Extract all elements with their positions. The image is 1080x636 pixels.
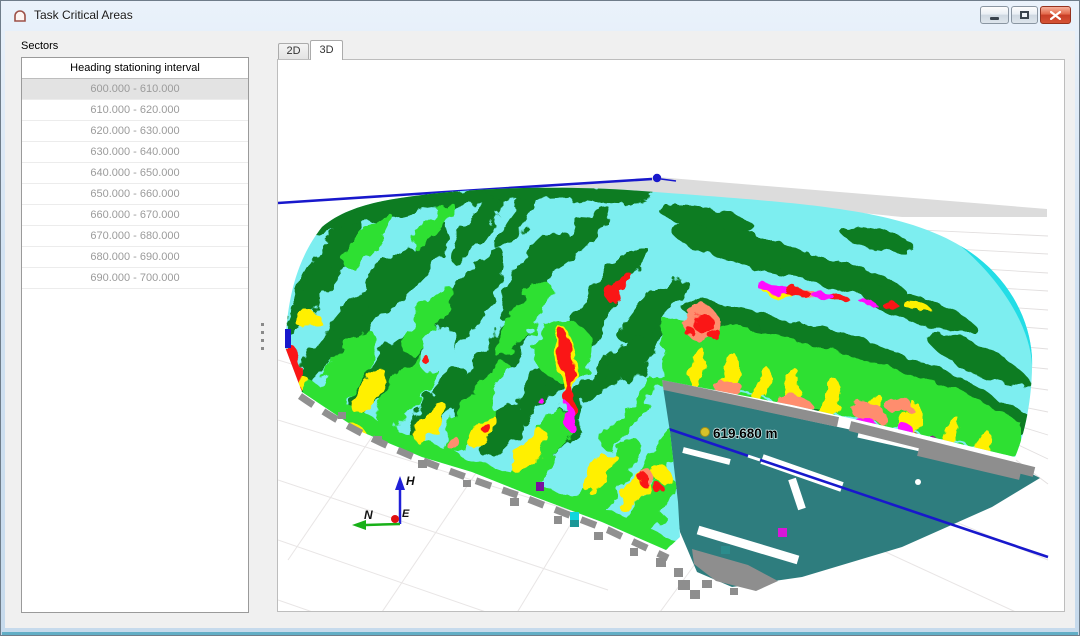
- splitter-grip-icon: [261, 323, 264, 355]
- tab-3d[interactable]: 3D: [310, 40, 343, 60]
- sector-row[interactable]: 660.000 - 670.000: [22, 205, 248, 226]
- tab-2d[interactable]: 2D: [278, 43, 309, 59]
- sector-row[interactable]: 610.000 - 620.000: [22, 100, 248, 121]
- axis-triad: H E N: [352, 474, 415, 530]
- sector-row[interactable]: 650.000 - 660.000: [22, 184, 248, 205]
- panel-splitter[interactable]: [253, 37, 275, 617]
- table-header: Heading stationing interval: [22, 58, 248, 79]
- sector-row[interactable]: 620.000 - 630.000: [22, 121, 248, 142]
- sector-row[interactable]: 600.000 - 610.000: [22, 79, 248, 100]
- view-3d-panel[interactable]: 619.680 m H E N: [277, 59, 1065, 612]
- maximize-icon: [1020, 11, 1029, 19]
- titlebar[interactable]: Task Critical Areas: [1, 1, 1079, 31]
- close-icon: [1050, 10, 1061, 20]
- sector-row[interactable]: 670.000 - 680.000: [22, 226, 248, 247]
- tunnel-arch-icon: [14, 10, 26, 22]
- sector-row[interactable]: 630.000 - 640.000: [22, 142, 248, 163]
- maximize-button[interactable]: [1011, 6, 1038, 24]
- window-title: Task Critical Areas: [34, 8, 133, 22]
- axis-label-n: N: [364, 508, 373, 522]
- close-button[interactable]: [1040, 6, 1071, 24]
- minimize-icon: [990, 17, 999, 20]
- tunnel-3d-scene[interactable]: 619.680 m H E N: [278, 60, 1064, 611]
- sectors-label: Sectors: [21, 40, 59, 52]
- sector-row[interactable]: 640.000 - 650.000: [22, 163, 248, 184]
- window-bottom-edge: [2, 632, 1078, 635]
- axis-label-h: H: [406, 474, 415, 488]
- axis-label-e: E: [402, 508, 410, 520]
- section-marker: [285, 329, 291, 348]
- sector-row[interactable]: 690.000 - 700.000: [22, 268, 248, 289]
- sectors-table: Heading stationing interval 600.000 - 61…: [21, 57, 249, 613]
- minimize-button[interactable]: [980, 6, 1009, 24]
- task-critical-areas-window: Task Critical Areas Sectors Heading stat…: [0, 0, 1080, 636]
- sector-row[interactable]: 680.000 - 690.000: [22, 247, 248, 268]
- station-label-text: 619.680 m: [713, 426, 778, 441]
- station-label: 619.680 m: [700, 425, 778, 442]
- caption-buttons: [980, 6, 1071, 24]
